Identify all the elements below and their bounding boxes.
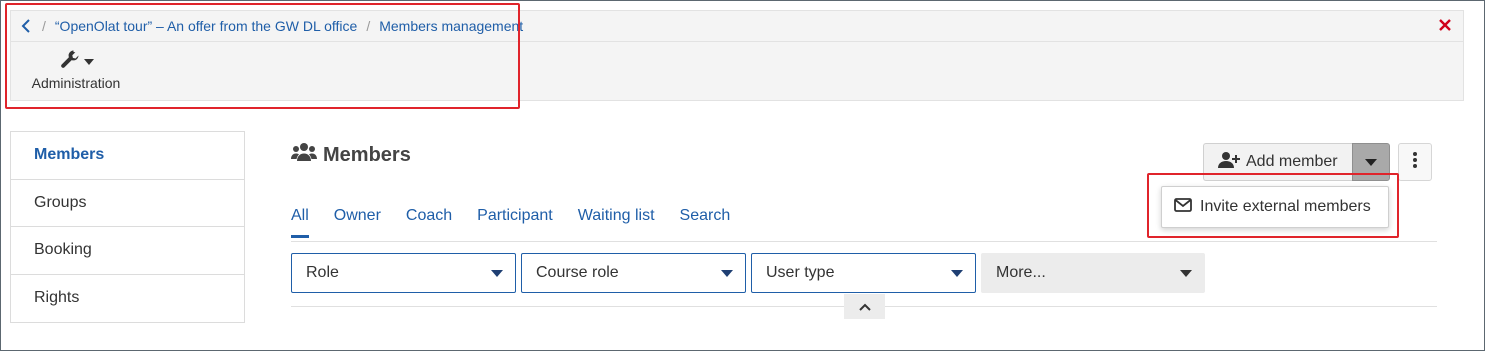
back-chevron-icon[interactable] (19, 18, 33, 34)
users-icon (291, 142, 317, 168)
breadcrumb-course[interactable]: “OpenOlat tour” – An offer from the GW D… (55, 18, 357, 34)
filter-role[interactable]: Role (291, 253, 516, 293)
close-icon[interactable] (1437, 17, 1453, 33)
filter-user-type-label: User type (766, 264, 835, 281)
tabs-divider (291, 241, 1437, 242)
envelope-icon (1174, 197, 1192, 217)
add-member-dropdown-toggle[interactable] (1351, 143, 1390, 181)
caret-down-icon (721, 269, 733, 277)
sidebar-item-groups[interactable]: Groups (11, 180, 244, 227)
member-tabs: All Owner Coach Participant Waiting list… (291, 207, 755, 238)
more-options-button[interactable] (1398, 143, 1432, 181)
page-title-text: Members (323, 143, 411, 166)
tab-participant[interactable]: Participant (477, 207, 553, 238)
administration-label: Administration (31, 75, 121, 91)
breadcrumb-separator: / (366, 18, 371, 34)
wrench-icon (59, 48, 81, 75)
caret-down-icon (83, 52, 94, 70)
sidebar: Members Groups Booking Rights (10, 131, 245, 323)
add-member-button[interactable]: Add member (1203, 143, 1352, 181)
filter-more[interactable]: More... (981, 253, 1205, 293)
collapse-filters-button[interactable] (844, 294, 885, 319)
tab-coach[interactable]: Coach (406, 207, 452, 238)
sidebar-item-members[interactable]: Members (11, 132, 244, 180)
filter-more-label: More... (996, 264, 1046, 281)
tab-search[interactable]: Search (680, 207, 731, 238)
invite-external-members-label: Invite external members (1200, 198, 1371, 215)
administration-icon-row (59, 49, 94, 73)
caret-down-icon (1364, 153, 1377, 171)
breadcrumb: / “OpenOlat tour” – An offer from the GW… (11, 11, 1463, 42)
tab-owner[interactable]: Owner (334, 207, 381, 238)
filter-user-type[interactable]: User type (751, 253, 976, 293)
invite-external-members-item[interactable]: Invite external members (1162, 187, 1388, 227)
add-member-dropdown-menu: Invite external members (1161, 186, 1389, 228)
tab-waiting-list[interactable]: Waiting list (578, 207, 655, 238)
user-plus-icon (1218, 151, 1240, 174)
caret-down-icon (491, 269, 503, 277)
tab-all[interactable]: All (291, 207, 309, 238)
filter-course-role-label: Course role (536, 264, 619, 281)
breadcrumb-members-management[interactable]: Members management (379, 18, 523, 34)
filter-role-label: Role (306, 264, 339, 281)
breadcrumb-separator: / (42, 18, 46, 34)
toolbar-panel: / “OpenOlat tour” – An offer from the GW… (10, 10, 1464, 101)
kebab-icon (1413, 151, 1417, 173)
add-member-label: Add member (1246, 153, 1338, 170)
filter-bar: Role Course role User type More... (291, 253, 1205, 293)
chevron-up-icon (858, 298, 871, 316)
add-member-button-group: Add member (1203, 143, 1390, 181)
filter-course-role[interactable]: Course role (521, 253, 746, 293)
caret-down-icon (951, 269, 963, 277)
page-title: Members (291, 142, 411, 168)
administration-tool[interactable]: Administration (27, 49, 125, 101)
sidebar-item-booking[interactable]: Booking (11, 227, 244, 275)
caret-down-icon (1180, 269, 1192, 277)
sidebar-item-rights[interactable]: Rights (11, 275, 244, 323)
